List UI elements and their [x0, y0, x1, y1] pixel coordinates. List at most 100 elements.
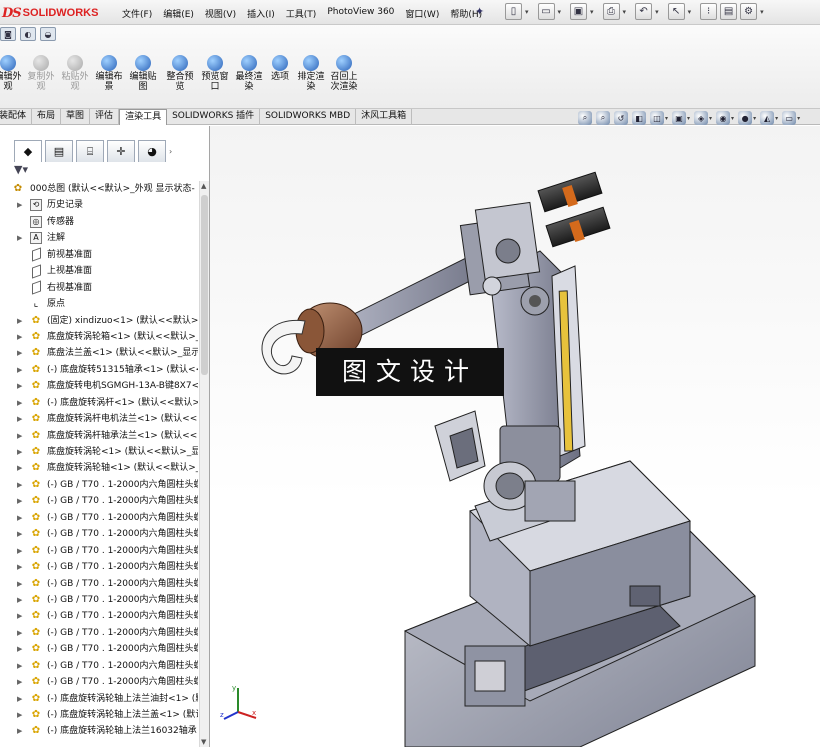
- tab-mufeng-toolbox[interactable]: 沐风工具箱: [356, 109, 413, 125]
- tab-solidworks-addins[interactable]: SOLIDWORKS 插件: [167, 109, 261, 125]
- traffic-light-icon[interactable]: ⁝: [700, 3, 718, 20]
- menu-edit[interactable]: 编辑(E): [163, 7, 194, 20]
- schedule-render-button[interactable]: 排定渲染: [294, 55, 328, 92]
- copy-appearance-button[interactable]: 复制外观: [24, 55, 58, 92]
- apply-scene-icon[interactable]: ◭: [760, 111, 775, 125]
- tree-item[interactable]: ▶ ✿ (-) 底盘旋转51315轴承<1> (默认<<: [0, 362, 198, 378]
- expand-arrow-icon[interactable]: ▶: [17, 428, 22, 444]
- chevron-down-icon[interactable]: ▾: [797, 115, 800, 122]
- tab-evaluate[interactable]: 评估: [90, 109, 120, 125]
- expand-arrow-icon[interactable]: ▶: [17, 510, 22, 526]
- pin-icon[interactable]: ✦: [475, 5, 484, 18]
- expand-arrow-icon[interactable]: ▶: [17, 444, 22, 460]
- expand-arrow-icon[interactable]: ▶: [17, 477, 22, 493]
- zoom-to-fit-icon[interactable]: ⌕: [578, 111, 592, 125]
- dimxpert-tab-icon[interactable]: ✛: [107, 140, 135, 162]
- edit-scene-button[interactable]: 编辑布景: [92, 55, 126, 92]
- expand-arrow-icon[interactable]: ▶: [17, 559, 22, 575]
- tree-item[interactable]: ▶ ✿ (-) GB / T70 . 1-2000内六角圆柱头螺: [0, 526, 198, 542]
- scroll-thumb[interactable]: [201, 195, 208, 375]
- tree-item[interactable]: 上视基准面: [0, 263, 198, 279]
- tree-item[interactable]: ▶ ✿ (-) GB / T70 . 1-2000内六角圆柱头螺: [0, 477, 198, 493]
- new-document-icon[interactable]: ▯: [505, 3, 522, 20]
- chevron-down-icon[interactable]: ▾: [525, 8, 529, 16]
- expand-arrow-icon[interactable]: ▶: [17, 707, 22, 723]
- chevron-down-icon[interactable]: ▾: [709, 115, 712, 122]
- expand-arrow-icon[interactable]: ▶: [17, 674, 22, 690]
- tab-render-tools[interactable]: 渲染工具: [119, 109, 168, 125]
- open-folder-icon[interactable]: ▭: [537, 3, 555, 20]
- chevron-down-icon[interactable]: ▾: [753, 115, 756, 122]
- hide-show-items-icon[interactable]: ◉: [716, 111, 731, 125]
- file-properties-icon[interactable]: ▤: [720, 3, 738, 20]
- expand-arrow-icon[interactable]: ▶: [17, 378, 22, 394]
- render-options-button[interactable]: 选项: [263, 55, 297, 82]
- appearance-icon[interactable]: ◒: [40, 27, 56, 41]
- tree-item[interactable]: ▶ ✿ (-) GB / T70 . 1-2000内六角圆柱头螺: [0, 592, 198, 608]
- expand-arrow-icon[interactable]: ▶: [17, 411, 22, 427]
- menu-file[interactable]: 文件(F): [122, 7, 152, 20]
- expand-arrow-icon[interactable]: ▶: [17, 543, 22, 559]
- display-style-icon[interactable]: ◈: [694, 111, 709, 125]
- expand-arrow-icon[interactable]: ▶: [17, 313, 22, 329]
- expand-arrow-icon[interactable]: ▶: [17, 658, 22, 674]
- edit-appearance-button[interactable]: 编辑外观: [0, 55, 25, 92]
- chevron-down-icon[interactable]: ▾: [731, 115, 734, 122]
- expand-arrow-icon[interactable]: ▶: [17, 641, 22, 657]
- final-render-button[interactable]: 最终渲染: [232, 55, 266, 92]
- tree-item[interactable]: ▶ ✿ (-) GB / T70 . 1-2000内六角圆柱头螺: [0, 641, 198, 657]
- chevron-down-icon[interactable]: ▾: [665, 115, 668, 122]
- chevron-down-icon[interactable]: ▾: [623, 8, 627, 16]
- expand-arrow-icon[interactable]: ▶: [17, 395, 22, 411]
- expand-arrow-icon[interactable]: ▶: [17, 592, 22, 608]
- chevron-down-icon[interactable]: ▾: [655, 8, 659, 16]
- expand-arrow-icon[interactable]: ▶: [17, 625, 22, 641]
- tree-item[interactable]: ▶ A 注解: [0, 230, 198, 246]
- save-icon[interactable]: ▣: [570, 3, 588, 20]
- tree-item[interactable]: ⌞ 原点: [0, 296, 198, 312]
- expand-arrow-icon[interactable]: ▶: [17, 493, 22, 509]
- tree-item[interactable]: ▶ ✿ (-) GB / T70 . 1-2000内六角圆柱头螺: [0, 658, 198, 674]
- tree-item[interactable]: ▶ ✿ (-) GB / T70 . 1-2000内六角圆柱头螺: [0, 559, 198, 575]
- tree-item[interactable]: ▶ ✿ (固定) xindizuo<1> (默认<<默认>_: [0, 313, 198, 329]
- tree-item[interactable]: ◎ 传感器: [0, 214, 198, 230]
- integrated-preview-button[interactable]: 整合预览: [163, 55, 197, 92]
- tree-item[interactable]: ▶ ✿ (-) 底盘旋转涡轮轴上法兰16032轴承: [0, 723, 198, 739]
- menu-photoview[interactable]: PhotoView 360: [327, 7, 394, 20]
- tree-item[interactable]: ▶ ✿ 底盘旋转涡轮<1> (默认<<默认>_显: [0, 444, 198, 460]
- expand-arrow-icon[interactable]: ▶: [17, 345, 22, 361]
- tree-item[interactable]: ▶ ✿ (-) GB / T70 . 1-2000内六角圆柱头螺: [0, 608, 198, 624]
- expand-arrow-icon[interactable]: ▶: [17, 526, 22, 542]
- tree-item[interactable]: ▶ ✿ (-) GB / T70 . 1-2000内六角圆柱头螺: [0, 576, 198, 592]
- tree-item[interactable]: ▶ ✿ 底盘旋转电机SGMGH-13A-B键8X7<: [0, 378, 198, 394]
- tree-item[interactable]: 前视基准面: [0, 247, 198, 263]
- tree-item[interactable]: ▶ ✿ 底盘法兰盖<1> (默认<<默认>_显示: [0, 345, 198, 361]
- view-settings-icon[interactable]: ▭: [782, 111, 797, 125]
- previous-view-icon[interactable]: ↺: [614, 111, 628, 125]
- tree-item[interactable]: 右视基准面: [0, 280, 198, 296]
- paste-appearance-button[interactable]: 粘贴外观: [58, 55, 92, 92]
- tab-solidworks-mbd[interactable]: SOLIDWORKS MBD: [260, 109, 357, 125]
- tree-root[interactable]: ✿ 000总图 (默认<<默认>_外观 显示状态-: [0, 181, 198, 197]
- chevron-down-icon[interactable]: ▾: [760, 8, 764, 16]
- expand-arrow-icon[interactable]: ▶: [17, 576, 22, 592]
- tree-item[interactable]: ▶ ✿ (-) 底盘旋转涡轮轴上法兰油封<1> (默: [0, 691, 198, 707]
- print-icon[interactable]: ⎙: [602, 3, 620, 20]
- menu-tools[interactable]: 工具(T): [286, 7, 317, 20]
- tree-scrollbar[interactable]: ▲ ▼: [199, 181, 209, 747]
- options-gear-icon[interactable]: ⚙: [740, 3, 758, 20]
- zoom-to-area-icon[interactable]: ⌕: [596, 111, 610, 125]
- undo-icon[interactable]: ↶: [635, 3, 653, 20]
- tree-item[interactable]: ▶ ✿ (-) 底盘旋转涡轮轴上法兰盖<1> (默认: [0, 707, 198, 723]
- menu-insert[interactable]: 插入(I): [247, 7, 275, 20]
- tree-item[interactable]: ▶ ✿ (-) GB / T70 . 1-2000内六角圆柱头螺: [0, 493, 198, 509]
- chevron-down-icon[interactable]: ▾: [775, 115, 778, 122]
- scroll-up-icon[interactable]: ▲: [201, 182, 206, 190]
- chevron-down-icon[interactable]: ▾: [687, 115, 690, 122]
- preview-window-button[interactable]: 预览窗口: [198, 55, 232, 92]
- expand-arrow-icon[interactable]: ▶: [17, 329, 22, 345]
- graphics-viewport[interactable]: 图文设计 y x z: [210, 126, 820, 747]
- edit-decal-button[interactable]: 编辑贴图: [126, 55, 160, 92]
- expand-arrow-icon[interactable]: ▶: [17, 691, 22, 707]
- expand-arrow-icon[interactable]: ▶: [17, 608, 22, 624]
